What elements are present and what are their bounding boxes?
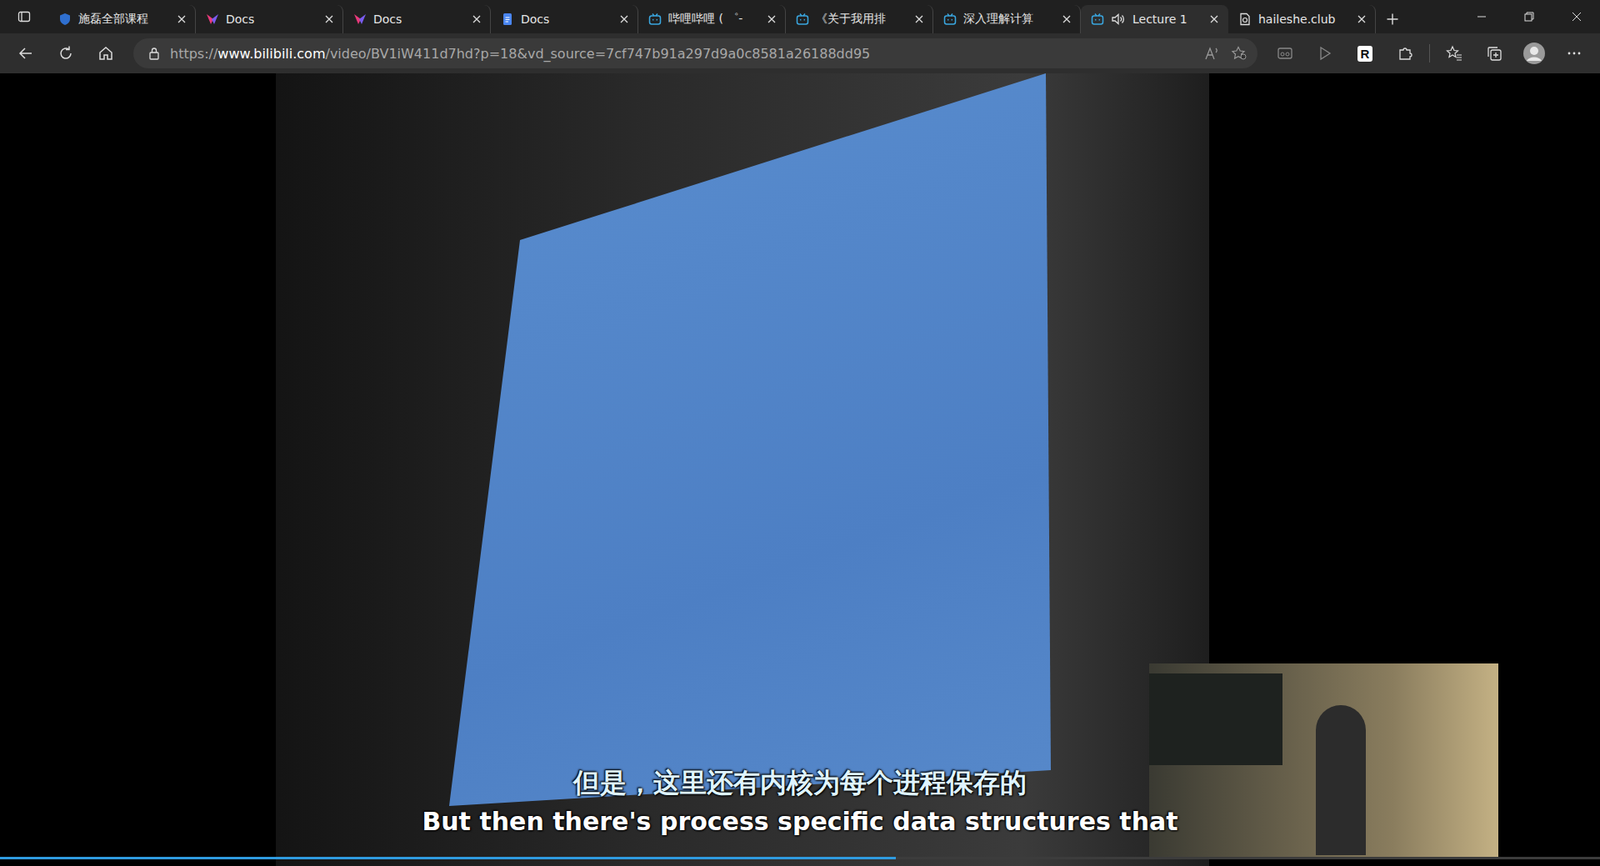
tab-label: 深入理解计算 (963, 11, 1055, 27)
subtitle-line: But then there's process specific data s… (421, 806, 1178, 836)
speaker-icon[interactable] (1110, 12, 1126, 26)
favorites-icon[interactable] (1435, 36, 1474, 70)
close-icon[interactable] (766, 14, 777, 25)
restore-icon[interactable] (1505, 0, 1553, 34)
back-icon[interactable] (6, 36, 45, 70)
lock-icon[interactable] (148, 46, 160, 60)
play-icon[interactable] (1305, 36, 1345, 70)
close-icon[interactable] (1061, 14, 1072, 25)
refresh-icon[interactable] (46, 36, 85, 70)
close-icon[interactable] (619, 14, 630, 25)
address-bar[interactable]: https://www.bilibili.com/video/BV1iW411d… (133, 38, 1258, 69)
close-icon[interactable] (471, 14, 482, 25)
more-icon[interactable] (1555, 36, 1594, 70)
subtitles: 但是，这里还有内核为每个进程保存的 But then there's proces… (0, 765, 1600, 836)
close-icon[interactable] (1209, 14, 1220, 25)
minimize-icon[interactable] (1457, 0, 1505, 34)
tab-label: Docs (373, 12, 465, 26)
browser-tab[interactable]: 《关于我用排 (785, 5, 934, 34)
browser-window: 施磊全部课程 Docs Docs Docs 哔哩哔哩 ( ゜- 《关于我用排 深… (0, 0, 1600, 866)
tab-label: Lecture 1 (1132, 12, 1203, 26)
bilibili-icon (648, 12, 662, 26)
progress-bar[interactable] (0, 856, 1600, 860)
speaker-video (1149, 663, 1499, 858)
video-frame (275, 73, 1210, 866)
projector-screen (275, 73, 1210, 866)
tab-label: haileshe.club (1258, 12, 1350, 26)
browser-tab[interactable]: Docs (490, 5, 639, 34)
new-tab-icon[interactable] (1375, 5, 1410, 34)
toolbar: https://www.bilibili.com/video/BV1iW411d… (0, 33, 1600, 74)
video-player[interactable]: 但是，这里还有内核为每个进程保存的 But then there's proces… (0, 73, 1600, 866)
bilibili-icon (1090, 12, 1105, 26)
browser-tab[interactable]: 哔哩哔哩 ( ゜- (638, 5, 786, 34)
immersive-reader-icon[interactable] (1265, 36, 1305, 70)
close-window-icon[interactable] (1552, 0, 1600, 34)
tab-strip: 施磊全部课程 Docs Docs Docs 哔哩哔哩 ( ゜- 《关于我用排 深… (0, 0, 1600, 34)
add-favorite-icon[interactable] (1230, 45, 1248, 61)
subtitle-line: 但是，这里还有内核为每个进程保存的 (573, 765, 1027, 802)
collections-icon[interactable] (1475, 36, 1514, 70)
browser-tab[interactable]: 深入理解计算 (933, 5, 1081, 34)
gdocs-icon (500, 12, 515, 26)
vdocs-icon (205, 12, 220, 26)
browser-tab[interactable]: haileshe.club (1228, 5, 1376, 34)
read-aloud-icon[interactable] (1204, 45, 1221, 61)
bilibili-icon (943, 12, 957, 26)
browser-tab[interactable]: Docs (343, 5, 491, 34)
browser-tab[interactable]: Docs (195, 5, 344, 34)
tab-label: 施磊全部课程 (78, 11, 170, 27)
tab-label: 《关于我用排 (815, 11, 908, 27)
close-icon[interactable] (324, 14, 335, 25)
home-icon[interactable] (86, 36, 125, 70)
tab-actions-icon[interactable] (0, 0, 49, 34)
close-icon[interactable] (1356, 14, 1367, 25)
shield-icon (58, 12, 72, 26)
extensions-icon[interactable] (1385, 36, 1425, 70)
extension-button[interactable]: R (1345, 36, 1385, 70)
extension-badge: R (1357, 45, 1374, 62)
tab-label: Docs (225, 12, 318, 26)
close-icon[interactable] (914, 14, 925, 25)
profile-icon[interactable] (1515, 36, 1554, 70)
page-icon (1238, 12, 1252, 26)
vdocs-icon (353, 12, 367, 26)
bilibili-icon (795, 12, 810, 26)
browser-tab[interactable]: Lecture 1 (1080, 5, 1229, 34)
url-text[interactable]: https://www.bilibili.com/video/BV1iW411d… (170, 45, 870, 62)
browser-tab[interactable]: 施磊全部课程 (48, 5, 196, 34)
tab-label: 哔哩哔哩 ( ゜- (668, 11, 760, 27)
close-icon[interactable] (176, 14, 187, 25)
tab-label: Docs (520, 12, 613, 26)
